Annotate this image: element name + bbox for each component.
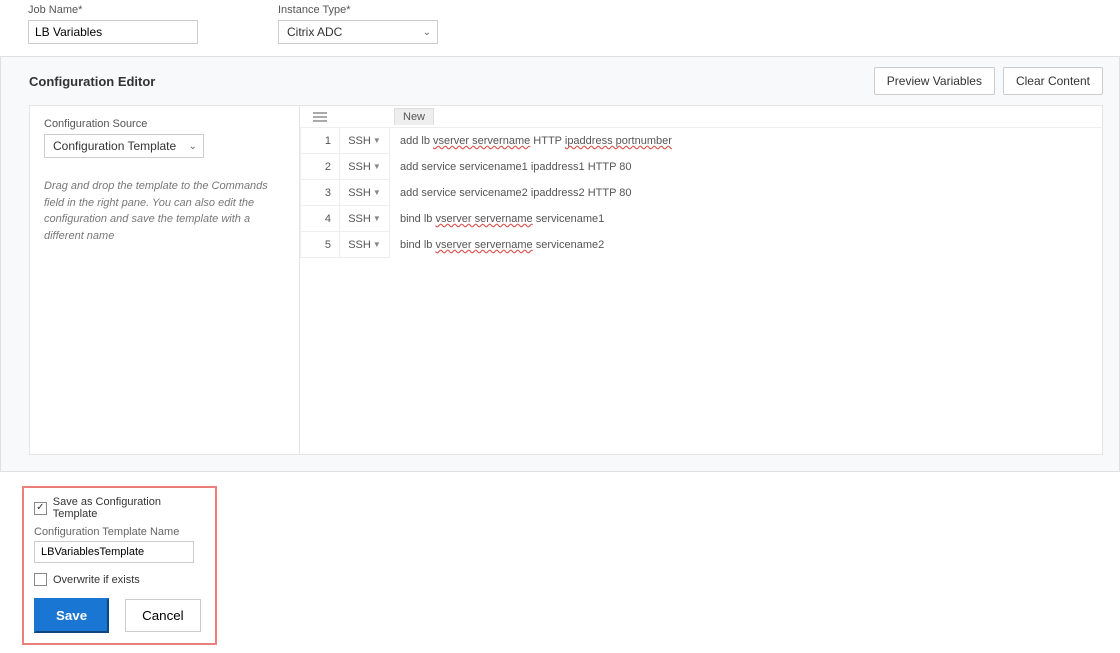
line-number: 3: [300, 180, 340, 206]
line-number: 4: [300, 206, 340, 232]
hamburger-icon[interactable]: [300, 116, 340, 118]
instance-type-field: Instance Type* Citrix ADC ⌄: [278, 4, 438, 44]
command-row: 5SSH▼bind lb vserver servername servicen…: [300, 232, 1102, 258]
job-name-field: Job Name*: [28, 4, 198, 44]
command-text[interactable]: bind lb vserver servername servicename2: [390, 232, 1102, 258]
job-name-input[interactable]: [28, 20, 198, 44]
cancel-button[interactable]: Cancel: [125, 599, 201, 632]
right-pane: New 1SSH▼add lb vserver servername HTTP …: [300, 106, 1102, 454]
protocol-select[interactable]: SSH▼: [340, 180, 390, 206]
instance-type-value: Citrix ADC: [287, 25, 342, 39]
line-number: 1: [300, 128, 340, 154]
save-button[interactable]: Save: [34, 598, 109, 633]
instance-type-select[interactable]: Citrix ADC ⌄: [278, 20, 438, 44]
instance-type-label: Instance Type*: [278, 4, 438, 16]
clear-content-button[interactable]: Clear Content: [1003, 67, 1103, 95]
panel-actions: Preview Variables Clear Content: [874, 67, 1103, 95]
chevron-down-icon: ⌄: [423, 27, 431, 38]
config-source-label: Configuration Source: [44, 118, 285, 130]
save-as-template-row[interactable]: Save as Configuration Template: [34, 496, 205, 520]
top-fields: Job Name* Instance Type* Citrix ADC ⌄: [0, 0, 1120, 56]
save-as-template-checkbox[interactable]: [34, 502, 47, 515]
save-actions: Save Cancel: [34, 598, 205, 633]
left-pane: Configuration Source Configuration Templ…: [30, 106, 300, 454]
protocol-select[interactable]: SSH▼: [340, 128, 390, 154]
config-source-value: Configuration Template: [53, 139, 176, 153]
protocol-select[interactable]: SSH▼: [340, 154, 390, 180]
overwrite-row[interactable]: Overwrite if exists: [34, 573, 205, 586]
command-header: New: [300, 106, 1102, 128]
command-row: 3SSH▼add service servicename2 ipaddress2…: [300, 180, 1102, 206]
command-row: 2SSH▼add service servicename1 ipaddress1…: [300, 154, 1102, 180]
panel-header: Configuration Editor Preview Variables C…: [1, 57, 1119, 105]
command-text[interactable]: bind lb vserver servername servicename1: [390, 206, 1102, 232]
protocol-select[interactable]: SSH▼: [340, 206, 390, 232]
save-template-block: Save as Configuration Template Configura…: [22, 486, 217, 645]
config-source-select[interactable]: Configuration Template ⌄: [44, 134, 204, 158]
overwrite-label: Overwrite if exists: [53, 574, 140, 586]
protocol-select[interactable]: SSH▼: [340, 232, 390, 258]
command-text[interactable]: add lb vserver servername HTTP ipaddress…: [390, 128, 1102, 154]
template-name-input[interactable]: [34, 541, 194, 563]
template-name-label: Configuration Template Name: [34, 526, 205, 538]
config-source-hint: Drag and drop the template to the Comman…: [44, 178, 285, 244]
command-row: 4SSH▼bind lb vserver servername servicen…: [300, 206, 1102, 232]
job-name-label: Job Name*: [28, 4, 198, 16]
command-row: 1SSH▼add lb vserver servername HTTP ipad…: [300, 128, 1102, 154]
config-editor-panel: Configuration Editor Preview Variables C…: [0, 56, 1120, 472]
command-rows: 1SSH▼add lb vserver servername HTTP ipad…: [300, 128, 1102, 258]
tab-new[interactable]: New: [394, 108, 434, 125]
line-number: 5: [300, 232, 340, 258]
panel-title: Configuration Editor: [29, 74, 155, 89]
editor-body: Configuration Source Configuration Templ…: [29, 105, 1103, 455]
overwrite-checkbox[interactable]: [34, 573, 47, 586]
save-as-template-label: Save as Configuration Template: [53, 496, 205, 520]
command-text[interactable]: add service servicename2 ipaddress2 HTTP…: [390, 180, 1102, 206]
preview-variables-button[interactable]: Preview Variables: [874, 67, 995, 95]
command-text[interactable]: add service servicename1 ipaddress1 HTTP…: [390, 154, 1102, 180]
chevron-down-icon: ⌄: [189, 141, 197, 152]
line-number: 2: [300, 154, 340, 180]
